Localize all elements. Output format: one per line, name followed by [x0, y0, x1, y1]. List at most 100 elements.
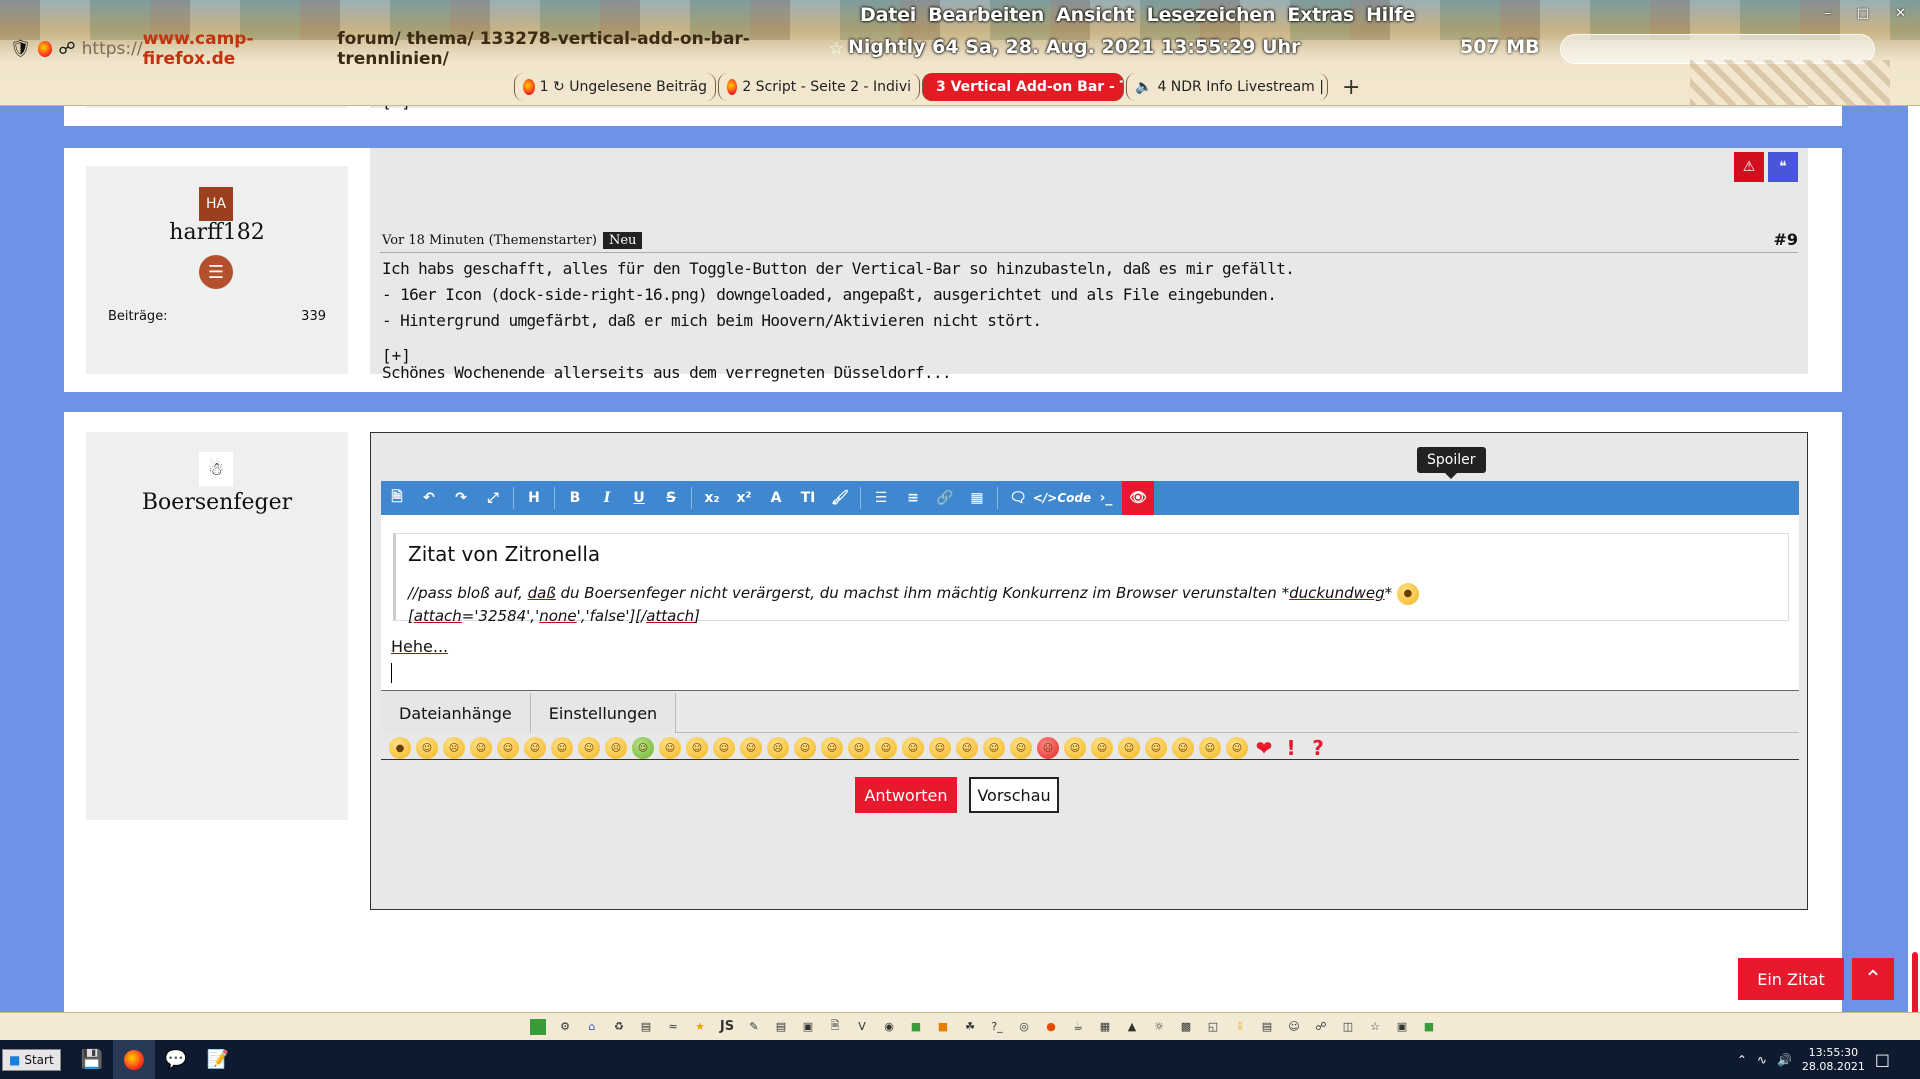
- smiley-icon[interactable]: ☺: [902, 737, 924, 759]
- smiley-icon[interactable]: ☺: [1145, 737, 1167, 759]
- editor-app-icon[interactable]: 📝: [197, 1040, 239, 1079]
- redo-icon[interactable]: ↷: [445, 481, 477, 515]
- post-number[interactable]: #9: [1773, 230, 1798, 249]
- heading-icon[interactable]: H: [518, 481, 550, 515]
- smiley-icon[interactable]: ☹: [1037, 737, 1059, 759]
- addon-icon[interactable]: ◎: [1016, 1019, 1032, 1035]
- smiley-icon[interactable]: ☺: [821, 737, 843, 759]
- addon-icon[interactable]: ⚙: [557, 1019, 573, 1035]
- addon-icon[interactable]: ?_: [989, 1019, 1005, 1035]
- tab-script[interactable]: 2 Script - Seite 2 - Indivi: [718, 73, 920, 101]
- link-icon[interactable]: 🔗: [929, 481, 961, 515]
- quote-selection-button[interactable]: Ein Zitat: [1738, 958, 1844, 1000]
- italic-icon[interactable]: I: [591, 481, 623, 515]
- terminal-icon[interactable]: ›_: [1090, 481, 1122, 515]
- smiley-icon[interactable]: ☺: [956, 737, 978, 759]
- smiley-icon[interactable]: ☺: [416, 737, 438, 759]
- smiley-icon[interactable]: ☺: [740, 737, 762, 759]
- scroll-to-top-button[interactable]: ⌃: [1852, 958, 1894, 1000]
- addon-icon[interactable]: ■: [1421, 1019, 1437, 1035]
- js-toggle[interactable]: JS: [719, 1019, 735, 1035]
- editor-content[interactable]: Zitat von Zitronella //pass bloß auf, da…: [381, 515, 1799, 691]
- addon-icon[interactable]: ▤: [773, 1019, 789, 1035]
- smiley-icon[interactable]: ☺: [875, 737, 897, 759]
- tab-ndr-livestream[interactable]: 🔈 4 NDR Info Livestream |: [1126, 73, 1328, 101]
- addon-icon[interactable]: ▤: [638, 1019, 654, 1035]
- tab-vertical-addon-bar[interactable]: 3 Vertical Add-on Bar - Trenn✕: [922, 73, 1124, 101]
- smiley-icon[interactable]: ☺: [578, 737, 600, 759]
- home-icon[interactable]: ⌂: [584, 1019, 600, 1035]
- align-icon[interactable]: ≡: [897, 481, 929, 515]
- star-icon[interactable]: ★: [692, 1019, 708, 1035]
- smiley-icon[interactable]: ☺: [1172, 737, 1194, 759]
- menu-help[interactable]: Hilfe: [1366, 4, 1415, 26]
- addon-icon[interactable]: ●: [1043, 1019, 1059, 1035]
- smiley-icon[interactable]: ☺: [1118, 737, 1140, 759]
- table-icon[interactable]: ▦: [961, 481, 993, 515]
- scrollbar[interactable]: [1908, 106, 1920, 1076]
- addon-icon[interactable]: ▦: [1097, 1019, 1113, 1035]
- heart-icon[interactable]: ❤: [1253, 736, 1275, 760]
- new-tab-button[interactable]: +: [1342, 75, 1360, 100]
- tab-settings[interactable]: Einstellungen: [530, 693, 677, 733]
- smiley-icon[interactable]: ☺: [983, 737, 1005, 759]
- bookmark-star-icon[interactable]: ☆: [829, 39, 844, 59]
- username[interactable]: harff182: [86, 220, 348, 245]
- minimize-icon[interactable]: –: [1824, 6, 1831, 21]
- menu-bookmarks[interactable]: Lesezeichen: [1147, 4, 1276, 26]
- smiley-icon[interactable]: ☺: [794, 737, 816, 759]
- menu-file[interactable]: Datei: [860, 4, 916, 26]
- tray-expand-icon[interactable]: ⌃: [1737, 1053, 1747, 1067]
- avatar[interactable]: HA: [199, 187, 233, 221]
- clock[interactable]: 13:55:30 28.08.2021: [1802, 1046, 1865, 1074]
- smiley-icon[interactable]: ☺: [551, 737, 573, 759]
- addon-icon[interactable]: [530, 1018, 546, 1035]
- quote-button[interactable]: ❝: [1768, 152, 1798, 182]
- tab-attachments[interactable]: Dateianhänge: [381, 693, 531, 733]
- subscript-icon[interactable]: x₂: [696, 481, 728, 515]
- addon-icon[interactable]: ■: [935, 1019, 951, 1035]
- expand-button[interactable]: [+]: [382, 106, 411, 111]
- smiley-icon[interactable]: ☺: [848, 737, 870, 759]
- smiley-icon[interactable]: ☹: [767, 737, 789, 759]
- smiley-icon[interactable]: ☺: [686, 737, 708, 759]
- network-icon[interactable]: ∿: [1757, 1053, 1767, 1067]
- addon-icon[interactable]: ▣: [1394, 1019, 1410, 1035]
- spoiler-icon[interactable]: 👁: [1122, 481, 1154, 515]
- speaker-icon[interactable]: 🔈: [1135, 79, 1152, 95]
- font-icon[interactable]: A: [760, 481, 792, 515]
- smiley-icon[interactable]: ☺: [1226, 737, 1248, 759]
- firefox-taskbar-icon[interactable]: [112, 1040, 155, 1079]
- underline-icon[interactable]: U: [623, 481, 655, 515]
- report-button[interactable]: ⚠: [1734, 152, 1764, 182]
- preview-button[interactable]: Vorschau: [969, 777, 1059, 813]
- avatar[interactable]: ☃: [199, 452, 233, 486]
- addon-icon[interactable]: ■: [908, 1019, 924, 1035]
- sidebar-toggle-icon[interactable]: ◫: [1340, 1019, 1356, 1035]
- font-size-icon[interactable]: TI: [792, 481, 824, 515]
- addon-icon[interactable]: ☘: [962, 1019, 978, 1035]
- smiley-icon[interactable]: ☺: [659, 737, 681, 759]
- smiley-icon[interactable]: ☺: [929, 737, 951, 759]
- chat-app-icon[interactable]: 💬: [155, 1040, 197, 1079]
- fullscreen-icon[interactable]: ⤢: [477, 481, 509, 515]
- shield-icon[interactable]: 🛡: [10, 39, 32, 59]
- addon-icon[interactable]: 🗎: [827, 1019, 843, 1035]
- smiley-icon[interactable]: ☺: [1064, 737, 1086, 759]
- source-icon[interactable]: 🗎: [381, 481, 413, 515]
- superscript-icon[interactable]: x²: [728, 481, 760, 515]
- smiley-icon[interactable]: ●: [389, 737, 411, 759]
- menu-tools[interactable]: Extras: [1287, 4, 1354, 26]
- addon-icon[interactable]: ◉: [881, 1019, 897, 1035]
- addon-icon[interactable]: ☼: [1151, 1019, 1167, 1035]
- addon-icon[interactable]: ☍: [1313, 1019, 1329, 1035]
- lock-icon[interactable]: ☍: [58, 39, 75, 59]
- menu-edit[interactable]: Bearbeiten: [928, 4, 1044, 26]
- menu-view[interactable]: Ansicht: [1056, 4, 1135, 26]
- addon-icon[interactable]: ☕: [1070, 1019, 1086, 1035]
- addon-icon[interactable]: ▩: [1178, 1019, 1194, 1035]
- addon-icon[interactable]: ◱: [1205, 1019, 1221, 1035]
- color-brush-icon[interactable]: 🖌: [824, 481, 856, 515]
- strikethrough-icon[interactable]: S: [655, 481, 687, 515]
- exclamation-icon[interactable]: !: [1280, 736, 1302, 760]
